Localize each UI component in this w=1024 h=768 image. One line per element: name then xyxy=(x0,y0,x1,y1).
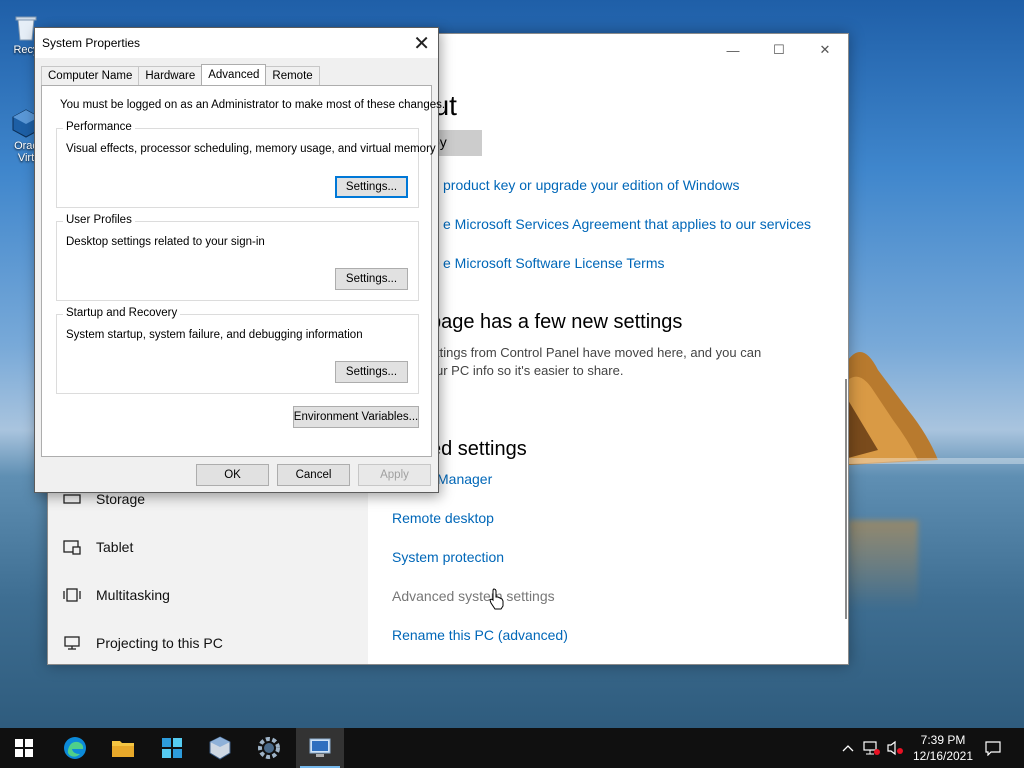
taskbar-clock[interactable]: 7:39 PM 12/16/2021 xyxy=(908,732,978,764)
nav-item-label: Multitasking xyxy=(96,587,170,603)
nav-item-label: Projecting to this PC xyxy=(96,635,223,651)
start-icon xyxy=(15,739,33,757)
ok-button[interactable]: OK xyxy=(196,464,269,486)
notification-icon xyxy=(985,741,1001,756)
dialog-tabs: Computer Name Hardware Advanced Remote xyxy=(41,64,320,86)
taskbar: 7:39 PM 12/16/2021 xyxy=(0,728,1024,768)
tab-computer-name[interactable]: Computer Name xyxy=(41,66,140,85)
user-profiles-settings-button[interactable]: Settings... xyxy=(335,268,408,290)
scrollbar[interactable] xyxy=(845,379,847,619)
maximize-button[interactable]: ☐ xyxy=(756,34,802,66)
performance-settings-button[interactable]: Settings... xyxy=(335,176,408,198)
link-advanced-system-settings[interactable]: Advanced system settings xyxy=(392,588,555,604)
clock-time: 7:39 PM xyxy=(920,733,966,747)
cancel-button[interactable]: Cancel xyxy=(277,464,350,486)
related-settings-heading: ed settings xyxy=(430,438,527,460)
minimize-button[interactable]: — xyxy=(710,34,756,66)
group-title: Performance xyxy=(63,121,135,133)
new-settings-body: ur PC info so it's easier to share. xyxy=(436,363,624,378)
taskbar-edge[interactable] xyxy=(51,728,99,768)
nav-item-tablet[interactable]: Tablet xyxy=(62,533,133,561)
network-icon xyxy=(863,741,880,755)
dialog-title: System Properties xyxy=(42,36,141,50)
store-icon xyxy=(162,738,182,758)
dialog-title-bar[interactable]: System Properties ✕ xyxy=(35,28,438,58)
nav-item-label: Tablet xyxy=(96,539,134,555)
wallpaper-horizon xyxy=(848,458,1024,464)
link-rename-pc[interactable]: Rename this PC (advanced) xyxy=(392,627,568,643)
volume-tray[interactable] xyxy=(884,728,906,768)
performance-group: Performance Visual effects, processor sc… xyxy=(56,121,436,208)
environment-variables-button[interactable]: Environment Variables... xyxy=(293,406,419,428)
tab-hardware[interactable]: Hardware xyxy=(138,66,203,85)
group-description: System startup, system failure, and debu… xyxy=(66,329,363,341)
action-center-button[interactable] xyxy=(978,728,1008,768)
link-product-key[interactable]: product key or upgrade your edition of W… xyxy=(443,177,740,193)
multitasking-icon xyxy=(62,586,82,604)
advanced-tab-panel: You must be logged on as an Administrato… xyxy=(41,85,445,457)
group-description: Visual effects, processor scheduling, me… xyxy=(66,143,436,155)
system-properties-icon xyxy=(309,738,331,757)
group-title: User Profiles xyxy=(63,214,135,226)
taskbar-system-properties[interactable] xyxy=(296,728,344,768)
close-icon[interactable]: ✕ xyxy=(413,31,430,55)
speaker-muted-icon xyxy=(887,740,903,756)
taskbar-virtualbox[interactable] xyxy=(196,728,244,768)
apply-button[interactable]: Apply xyxy=(358,464,431,486)
taskbar-settings[interactable] xyxy=(245,728,293,768)
taskbar-file-explorer[interactable] xyxy=(99,728,147,768)
nav-item-multitasking[interactable]: Multitasking xyxy=(62,581,170,609)
new-settings-heading: page has a few new settings xyxy=(430,311,683,333)
settings-window-controls: — ☐ ✕ xyxy=(710,34,848,66)
tab-advanced[interactable]: Advanced xyxy=(201,64,267,85)
edge-icon xyxy=(64,737,86,759)
link-services-agreement[interactable]: e Microsoft Services Agreement that appl… xyxy=(443,216,811,232)
link-license-terms[interactable]: e Microsoft Software License Terms xyxy=(443,255,665,271)
projecting-icon xyxy=(62,634,82,652)
nav-item-label: Storage xyxy=(96,491,146,507)
taskbar-store[interactable] xyxy=(148,728,196,768)
virtualbox-icon xyxy=(209,736,231,760)
tablet-icon xyxy=(62,538,82,556)
wallpaper-reflection xyxy=(848,520,918,610)
hand-cursor-icon xyxy=(489,588,504,610)
show-hidden-icons-button[interactable] xyxy=(838,728,858,768)
startup-recovery-group: Startup and Recovery System startup, sys… xyxy=(56,307,419,394)
group-title: Startup and Recovery xyxy=(63,307,181,319)
system-properties-dialog: System Properties ✕ Computer Name Hardwa… xyxy=(34,27,445,493)
clock-date: 12/16/2021 xyxy=(912,749,974,763)
chevron-up-icon xyxy=(842,745,854,752)
link-device-manager[interactable]: Manager xyxy=(437,471,492,487)
start-button[interactable] xyxy=(0,728,48,768)
wallpaper-rock xyxy=(848,352,938,465)
startup-recovery-settings-button[interactable]: Settings... xyxy=(335,361,408,383)
network-tray[interactable] xyxy=(860,728,882,768)
link-system-protection[interactable]: System protection xyxy=(392,549,504,565)
nav-item-projecting[interactable]: Projecting to this PC xyxy=(62,629,223,657)
tab-remote[interactable]: Remote xyxy=(265,66,320,85)
settings-icon xyxy=(258,737,280,759)
file-explorer-icon xyxy=(112,741,134,757)
new-settings-body: ttings from Control Panel have moved her… xyxy=(436,345,762,360)
group-description: Desktop settings related to your sign-in xyxy=(66,236,265,248)
admin-note: You must be logged on as an Administrato… xyxy=(60,99,446,111)
close-button[interactable]: ✕ xyxy=(802,34,848,66)
user-profiles-group: User Profiles Desktop settings related t… xyxy=(56,214,419,301)
link-remote-desktop[interactable]: Remote desktop xyxy=(392,510,494,526)
